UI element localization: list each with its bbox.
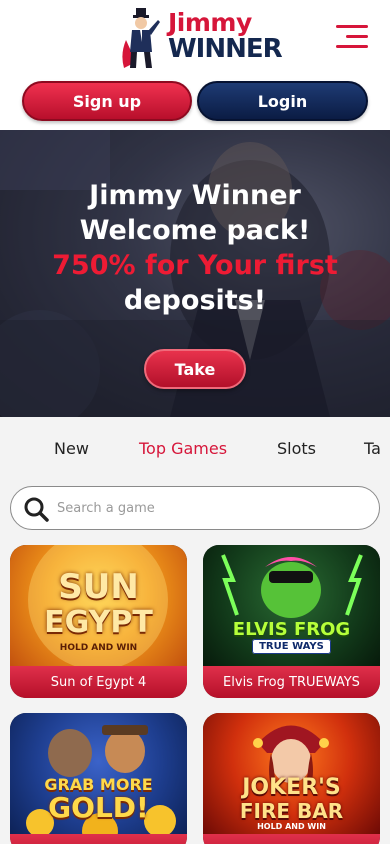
game-title: Sun of Egypt 4 (10, 666, 187, 698)
tab-table[interactable]: Ta (364, 439, 381, 458)
tab-top-games[interactable]: Top Games (139, 439, 227, 458)
header: Jimmy WINNER (0, 0, 390, 74)
banner-headline: Jimmy Winner Welcome pack! 750% for Your… (0, 178, 390, 318)
game-card-sun-of-egypt-4[interactable]: SUN EGYPT HOLD AND WIN Sun of Egypt 4 (10, 545, 187, 698)
auth-bar: Sign up Login (0, 74, 390, 130)
game-title: Joker's Fire Bar Hold (203, 834, 380, 844)
game-thumbnail: GRAB MORE GOLD! (10, 713, 187, 834)
hamburger-menu-icon[interactable] (336, 25, 368, 49)
banner-line-3: 750% for Your first (52, 250, 338, 281)
game-card-jokers-fire-bar[interactable]: JOKER'S FIRE BAR HOLD AND WIN Joker's Fi… (203, 713, 380, 844)
game-thumbnail: ELVIS FROG TRUE WAYS (203, 545, 380, 666)
login-button[interactable]: Login (197, 81, 368, 121)
tab-slots[interactable]: Slots (277, 439, 316, 458)
tab-new[interactable]: New (54, 439, 89, 458)
sign-up-button[interactable]: Sign up (22, 81, 192, 121)
search-icon[interactable] (23, 496, 49, 522)
welcome-banner: Jimmy Winner Welcome pack! 750% for Your… (0, 130, 390, 417)
game-card-elvis-frog-trueways[interactable]: ELVIS FROG TRUE WAYS Elvis Frog TRUEWAYS (203, 545, 380, 698)
banner-line-1: Jimmy Winner (89, 180, 301, 211)
page: Jimmy WINNER Sign up Login Jimmy Winner (0, 0, 390, 844)
mascot-logo-icon (122, 8, 160, 68)
banner-line-2: Welcome pack! (79, 215, 311, 246)
search-box (10, 486, 380, 530)
banner-line-4: deposits! (123, 285, 267, 316)
take-bonus-button[interactable]: Take (144, 349, 246, 389)
logo[interactable]: Jimmy WINNER (118, 6, 283, 72)
search-input[interactable] (57, 495, 367, 521)
game-card-grab-more-gold[interactable]: GRAB MORE GOLD! Grab more Gold! (10, 713, 187, 844)
logo-text-jimmy: Jimmy (168, 8, 252, 37)
game-title: Elvis Frog TRUEWAYS (203, 666, 380, 698)
game-thumbnail: SUN EGYPT HOLD AND WIN (10, 545, 187, 666)
game-category-tabs: New Top Games Slots Ta (0, 417, 390, 479)
game-title: Grab more Gold! (10, 834, 187, 844)
game-thumbnail: JOKER'S FIRE BAR HOLD AND WIN (203, 713, 380, 834)
logo-text-winner: WINNER (168, 34, 283, 64)
